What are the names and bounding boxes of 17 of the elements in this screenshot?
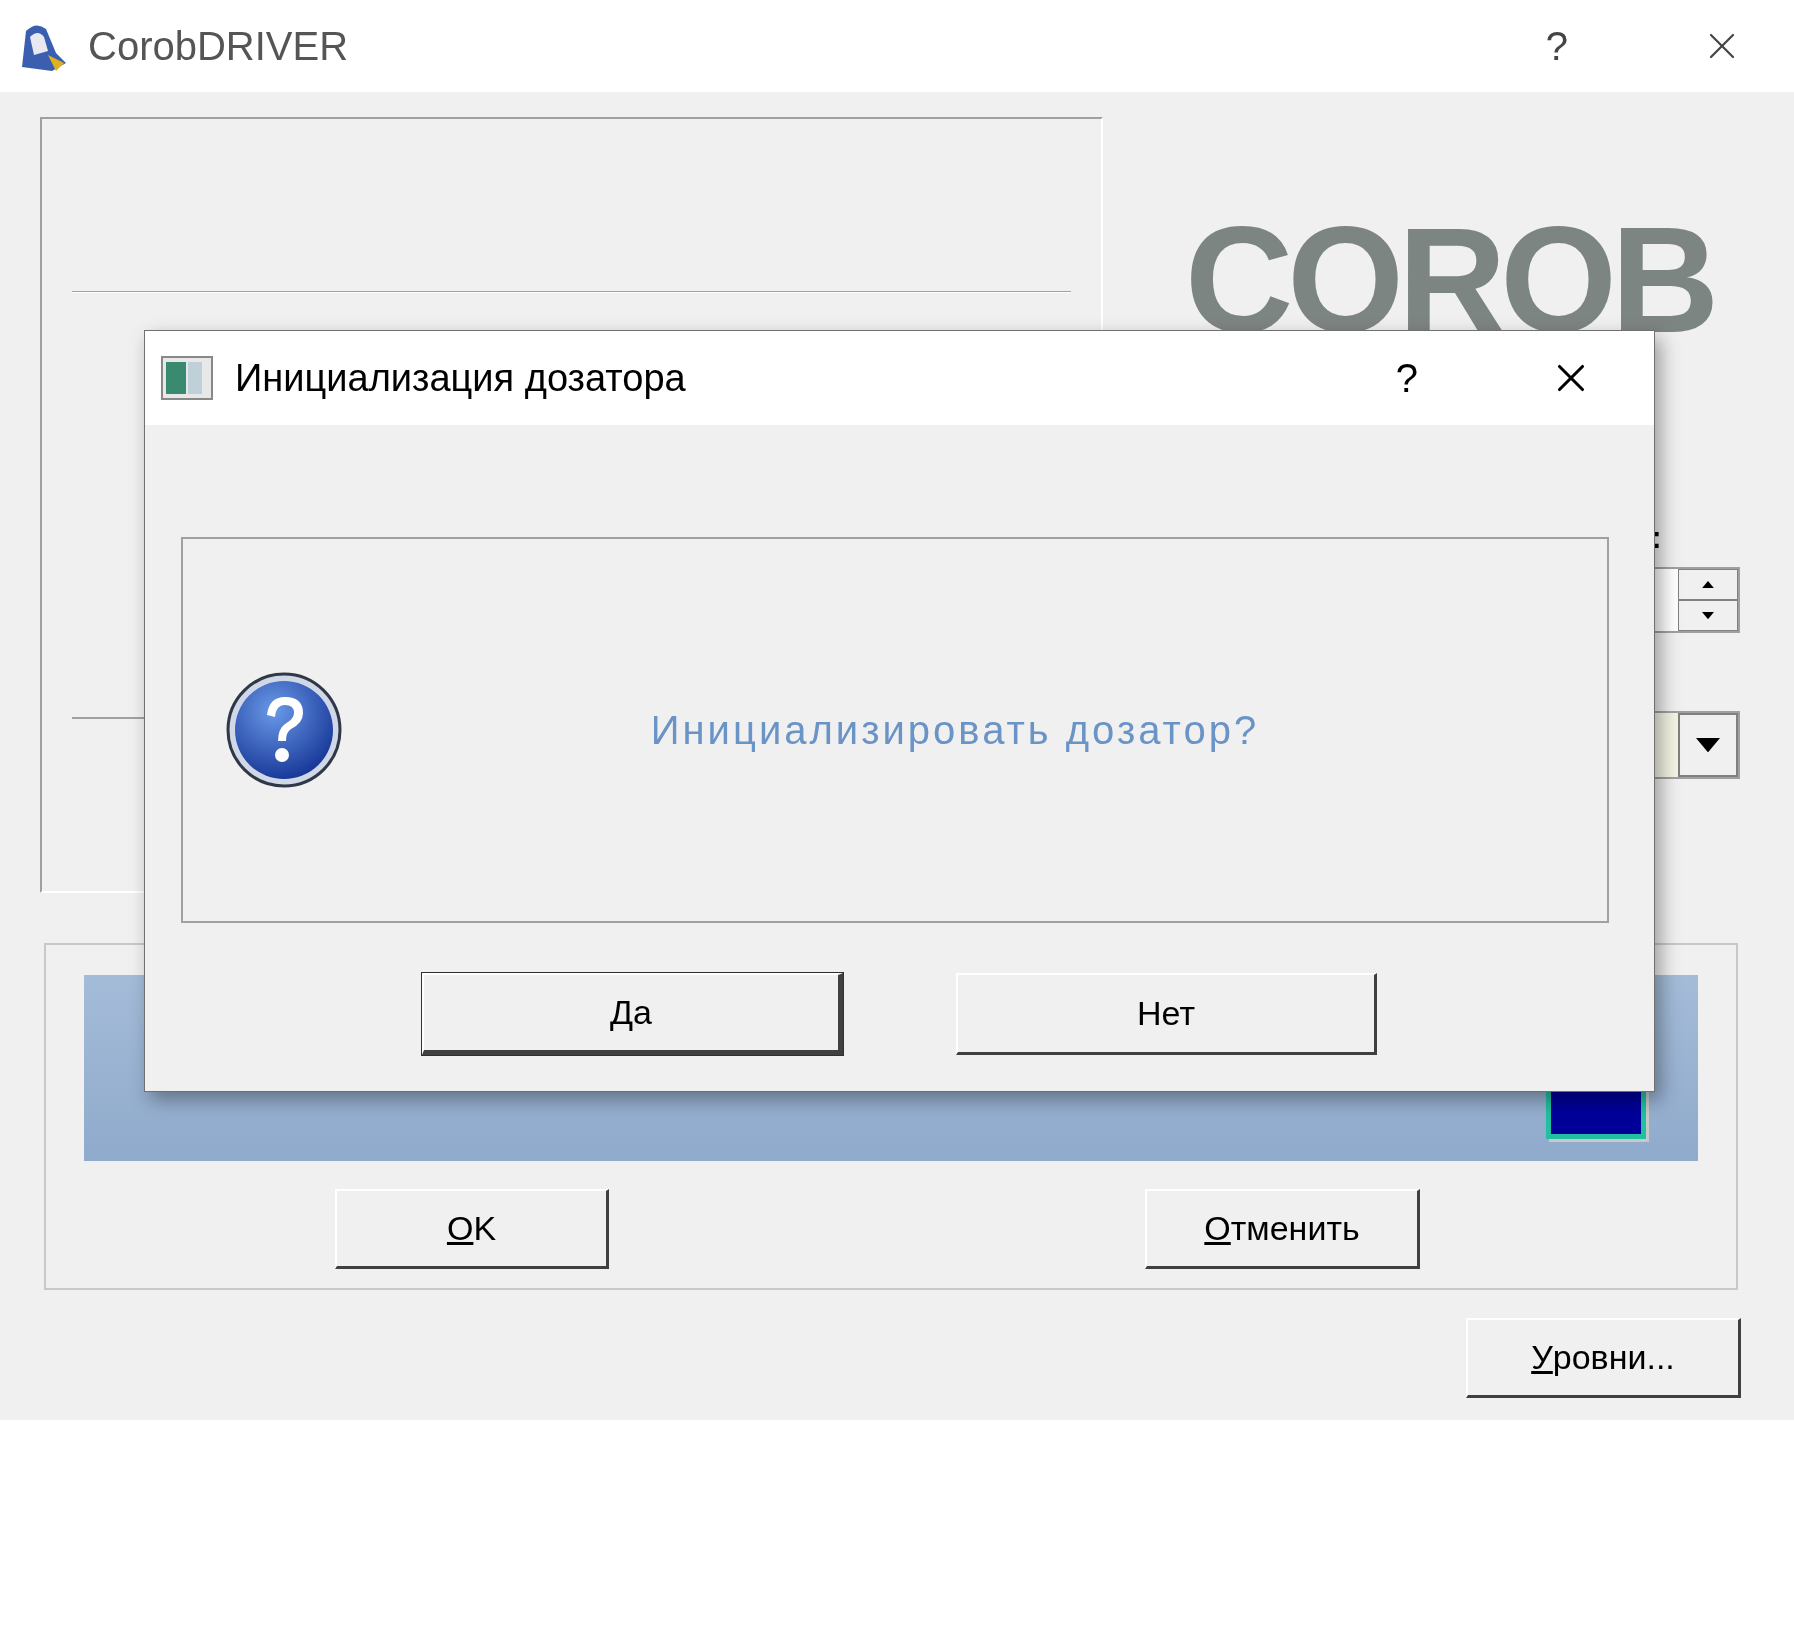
window-title: CorobDRIVER: [88, 23, 349, 70]
dialog-title: Инициализация дозатора: [235, 355, 686, 401]
levels-button[interactable]: Уровни...: [1466, 1318, 1741, 1398]
spin-up-button[interactable]: [1678, 569, 1738, 600]
spin-down-button[interactable]: [1678, 600, 1738, 631]
dropdown-button[interactable]: [1678, 713, 1738, 777]
up-arrow-icon: [1702, 580, 1714, 589]
dropdown-arrow-icon: [1696, 737, 1720, 753]
dialog-button[interactable]: Нет: [956, 973, 1377, 1055]
cancel-button[interactable]: Отменить: [1145, 1189, 1420, 1269]
question-icon: [225, 671, 343, 789]
message-text: Инициализировать дозатор?: [649, 707, 1261, 754]
window-icon: [161, 356, 213, 400]
dialog-button[interactable]: Да: [422, 973, 843, 1055]
help-button[interactable]: ?: [1533, 16, 1580, 76]
down-arrow-icon: [1702, 611, 1714, 620]
ok-button[interactable]: OK: [335, 1189, 609, 1269]
